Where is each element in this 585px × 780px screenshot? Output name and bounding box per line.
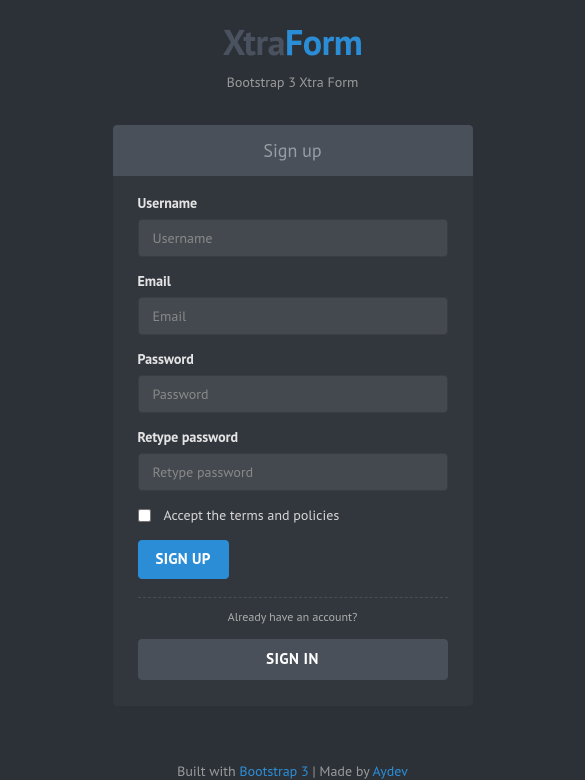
- email-group: Email: [138, 272, 448, 335]
- tagline: Bootstrap 3 Xtra Form: [0, 73, 585, 91]
- password-input[interactable]: [138, 375, 448, 413]
- retype-password-input[interactable]: [138, 453, 448, 491]
- page-header: XtraForm Bootstrap 3 Xtra Form: [0, 0, 585, 91]
- already-text: Already have an account?: [138, 610, 448, 625]
- email-label: Email: [138, 272, 448, 290]
- logo: XtraForm: [0, 18, 585, 65]
- retype-password-label: Retype password: [138, 428, 448, 446]
- retype-password-group: Retype password: [138, 428, 448, 491]
- username-label: Username: [138, 194, 448, 212]
- aydev-link[interactable]: Aydev: [373, 762, 408, 780]
- signin-button[interactable]: SIGN IN: [138, 639, 448, 680]
- signup-card: Sign up Username Email Password Retype p…: [113, 125, 473, 706]
- password-group: Password: [138, 350, 448, 413]
- card-title: Sign up: [113, 125, 473, 176]
- password-label: Password: [138, 350, 448, 368]
- username-input[interactable]: [138, 219, 448, 257]
- email-input[interactable]: [138, 297, 448, 335]
- signup-button[interactable]: SIGN UP: [138, 540, 229, 579]
- terms-label: Accept the terms and policies: [164, 506, 340, 524]
- logo-part2: Form: [285, 18, 362, 65]
- bootstrap-link[interactable]: Bootstrap 3: [239, 762, 308, 780]
- page-footer: Built with Bootstrap 3 | Made by Aydev: [0, 762, 585, 780]
- footer-built-with: Built with: [177, 762, 239, 780]
- footer-separator: | Made by: [309, 762, 373, 780]
- terms-group: Accept the terms and policies: [138, 506, 448, 524]
- logo-part1: Xtra: [223, 18, 285, 65]
- username-group: Username: [138, 194, 448, 257]
- card-body: Username Email Password Retype password …: [113, 176, 473, 706]
- divider: [138, 597, 448, 598]
- terms-checkbox[interactable]: [138, 509, 151, 522]
